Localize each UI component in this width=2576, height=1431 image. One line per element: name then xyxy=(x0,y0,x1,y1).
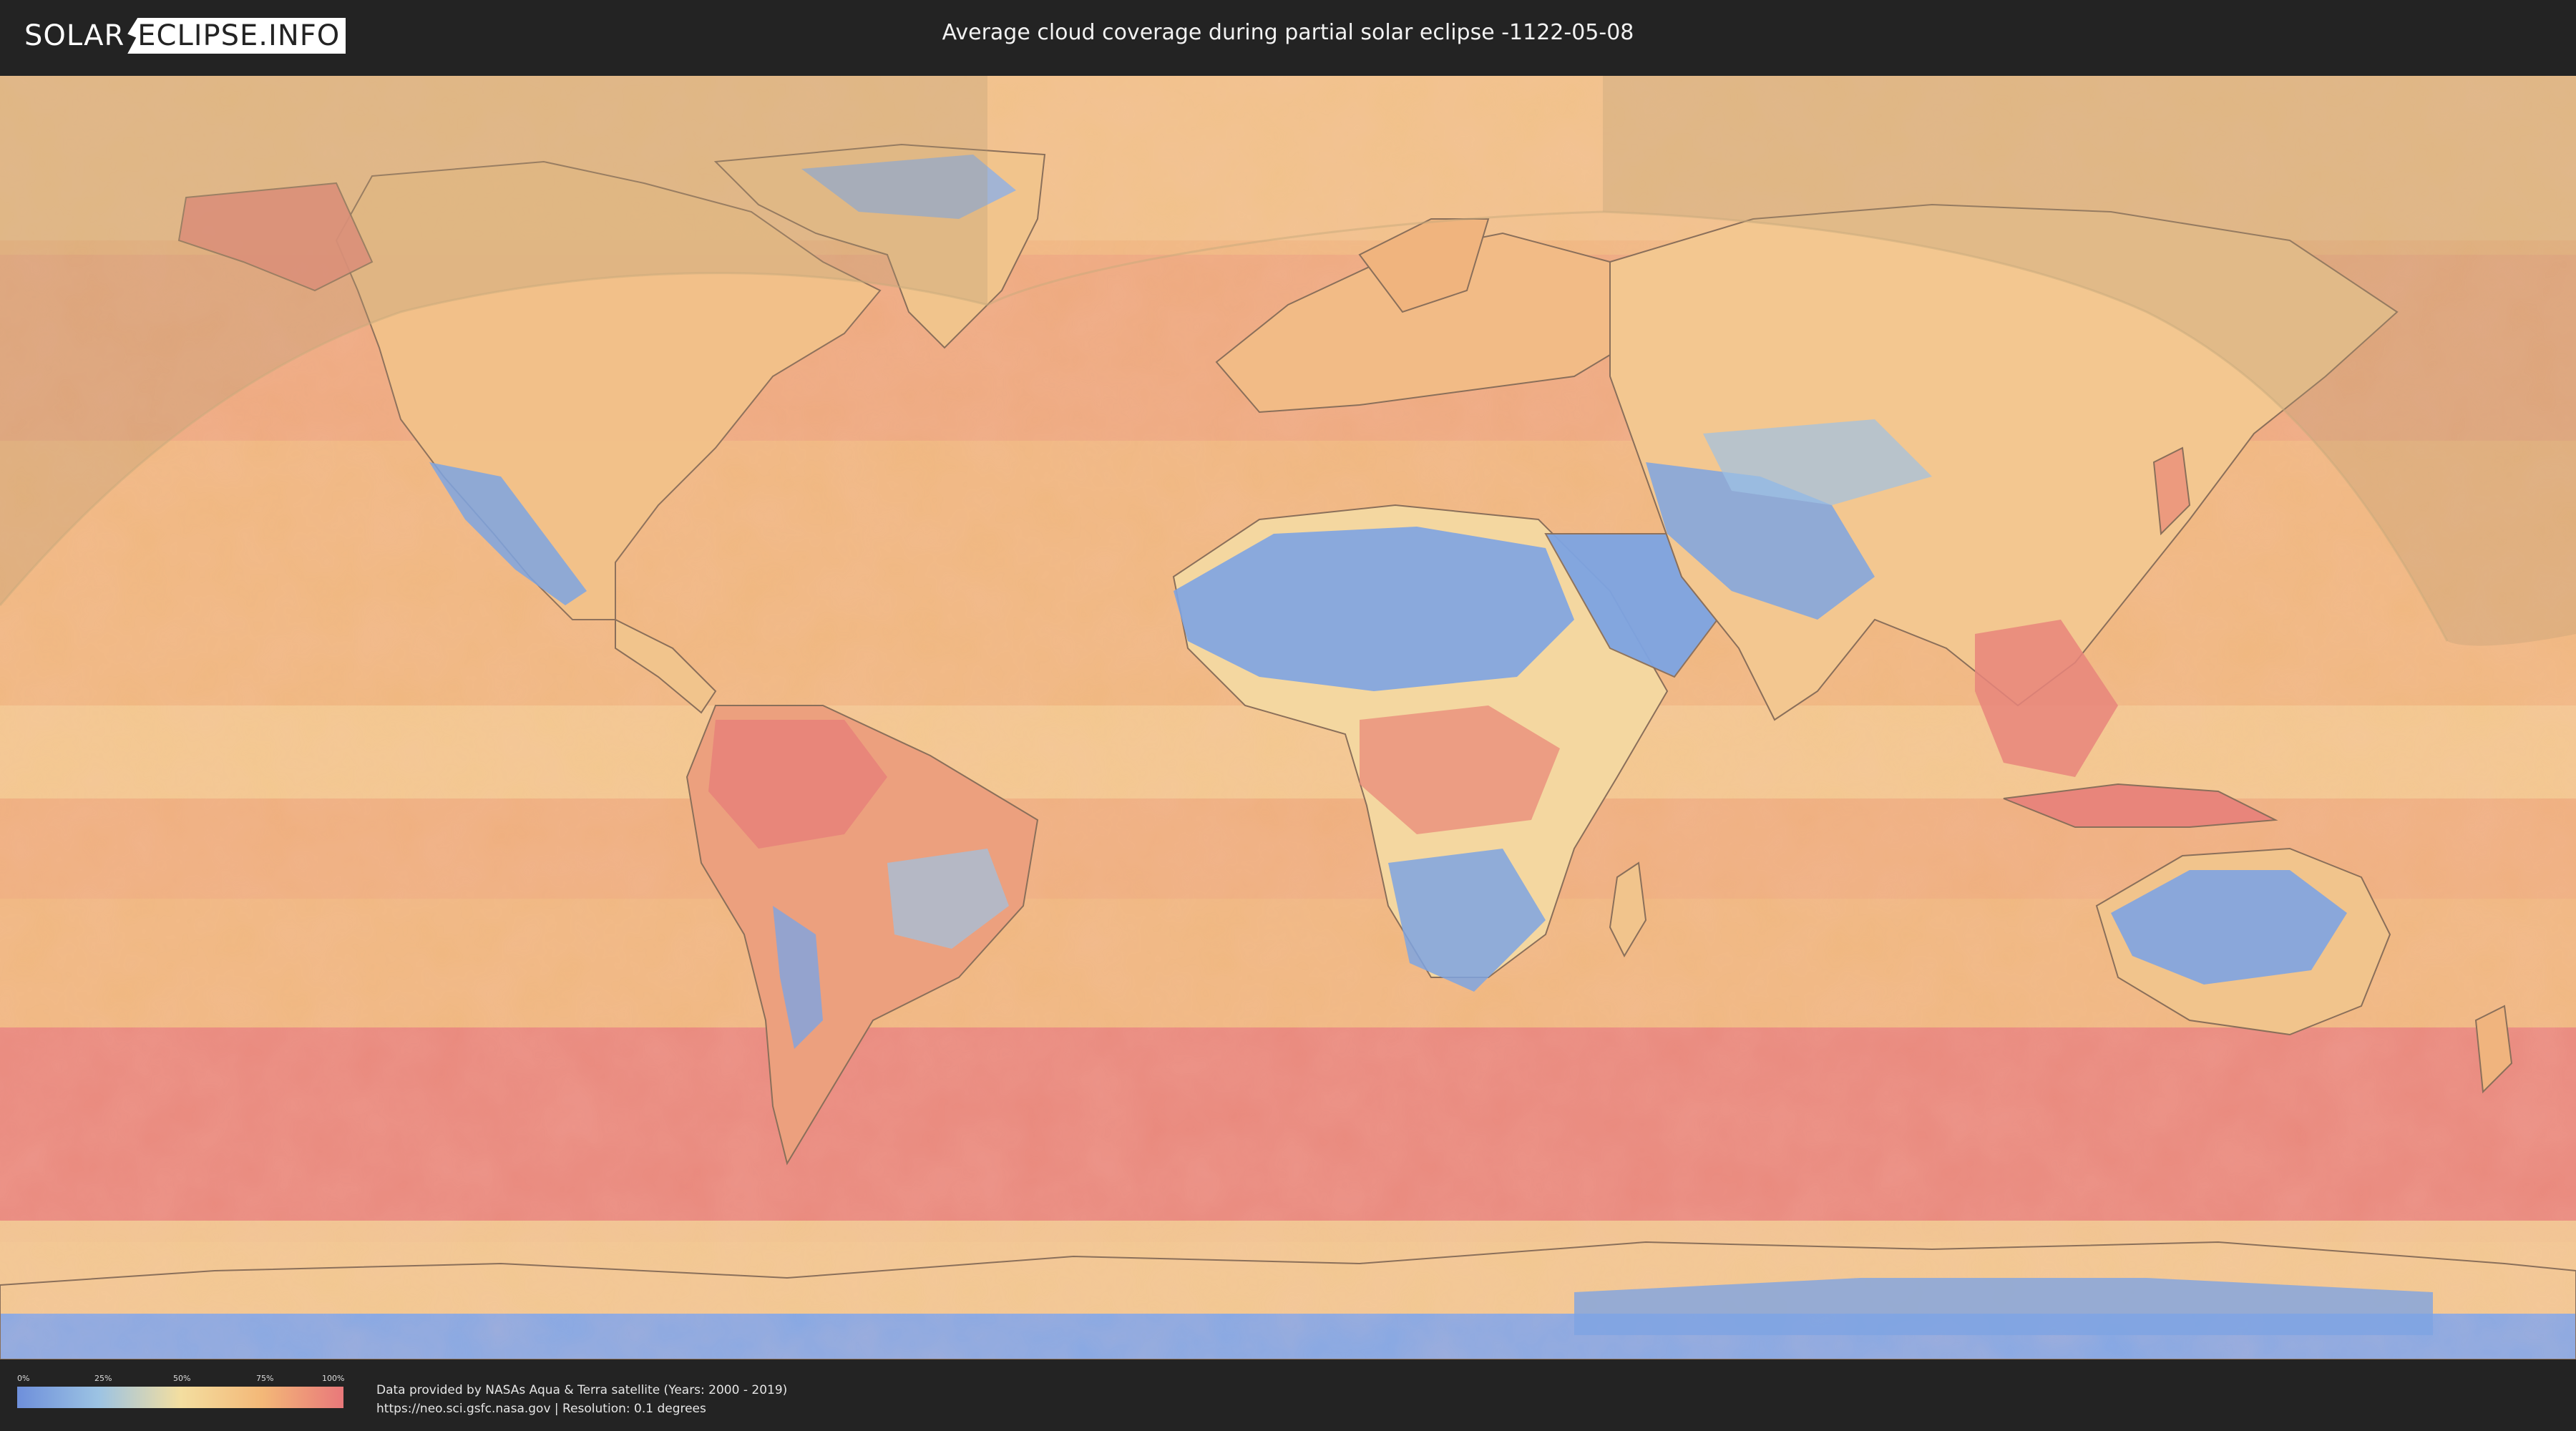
page-title: Average cloud coverage during partial so… xyxy=(942,20,1634,45)
footer-bar: 0% 25% 50% 75% 100% Data provided by NAS… xyxy=(0,1359,2576,1431)
legend-tick-0: 0% xyxy=(17,1374,30,1383)
legend-tick-50: 50% xyxy=(173,1374,191,1383)
antarctica-east-clear xyxy=(1574,1278,2433,1335)
cloud-coverage-legend: 0% 25% 50% 75% 100% xyxy=(17,1374,345,1408)
header-bar: SOLAR ECLIPSE.INFO Average cloud coverag… xyxy=(0,0,2576,72)
legend-tick-75: 75% xyxy=(256,1374,274,1383)
legend-color-bar xyxy=(17,1387,343,1408)
legend-tick-25: 25% xyxy=(94,1374,112,1383)
data-credits: Data provided by NASAs Aqua & Terra sate… xyxy=(376,1381,787,1418)
credits-line-source: Data provided by NASAs Aqua & Terra sate… xyxy=(376,1383,788,1397)
credits-line-url[interactable]: https://neo.sci.gsfc.nasa.gov | Resoluti… xyxy=(376,1400,787,1418)
cloud-coverage-map xyxy=(0,76,2576,1359)
legend-ticks: 0% 25% 50% 75% 100% xyxy=(17,1374,345,1385)
legend-tick-100: 100% xyxy=(322,1374,345,1383)
world-map-svg xyxy=(0,76,2576,1359)
